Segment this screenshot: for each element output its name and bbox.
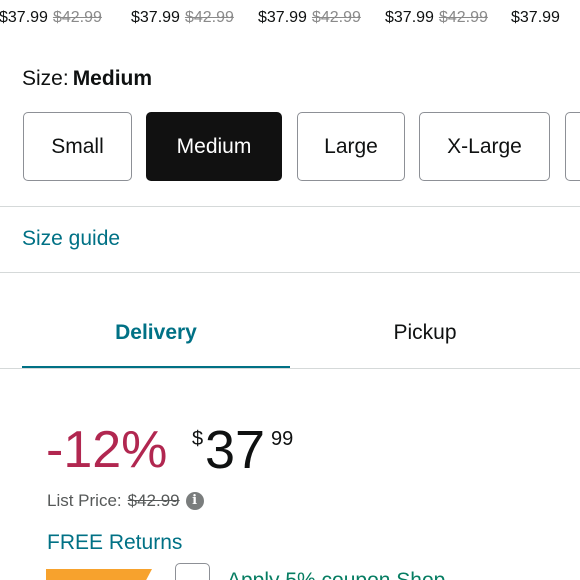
info-icon[interactable]: i [185, 492, 204, 510]
coupon-badge [46, 569, 152, 580]
strip-price-item[interactable]: $37.99 $42.99 [385, 8, 488, 28]
tab-delivery[interactable]: Delivery [22, 320, 290, 346]
free-returns-link[interactable]: FREE Returns [47, 530, 182, 556]
size-option-small[interactable]: Small [23, 112, 132, 181]
discount-percentage: -12% [46, 421, 168, 479]
strip-price: $37.99 [385, 9, 434, 26]
coupon-checkbox[interactable] [175, 563, 210, 580]
size-option-medium[interactable]: Medium [146, 112, 282, 181]
currency-symbol: $ [192, 428, 204, 450]
coupon-text[interactable]: Apply 5% coupon Shop [227, 568, 445, 580]
size-option-partial[interactable] [565, 112, 580, 181]
size-selected-value: Medium [72, 67, 153, 90]
list-price: List Price: $42.99 i [47, 490, 204, 512]
tab-pickup[interactable]: Pickup [290, 320, 560, 346]
price-fraction: 99 [271, 428, 294, 450]
list-price-value: $42.99 [127, 491, 180, 510]
strip-price-item[interactable]: $37.99 $42.99 [0, 8, 102, 28]
strip-price: $37.99 [0, 9, 48, 26]
size-label: Size: [22, 67, 69, 90]
strip-price: $37.99 [511, 9, 560, 26]
strip-list-price: $42.99 [52, 9, 102, 26]
size-option-x-large[interactable]: X-Large [419, 112, 550, 181]
strip-price-item[interactable]: $37.99 $42.99 [258, 8, 361, 28]
list-price-label: List Price: [47, 491, 122, 510]
strip-price: $37.99 [131, 9, 180, 26]
strip-price-item[interactable]: $37.99 [511, 8, 560, 28]
size-heading: Size: Medium [22, 66, 152, 92]
strip-price: $37.99 [258, 9, 307, 26]
strip-price-item[interactable]: $37.99 $42.99 [131, 8, 234, 28]
price-whole: 37 [205, 420, 266, 480]
strip-list-price: $42.99 [438, 9, 488, 26]
strip-list-price: $42.99 [311, 9, 361, 26]
divider [0, 272, 580, 273]
size-option-large[interactable]: Large [297, 112, 405, 181]
price-strip: $37.99 $42.99 $37.99 $42.99 $37.99 $42.99 $… [0, 0, 580, 36]
strip-list-price: $42.99 [184, 9, 234, 26]
divider [0, 206, 580, 207]
size-guide-link[interactable]: Size guide [22, 226, 120, 252]
tabs-divider [0, 368, 580, 369]
